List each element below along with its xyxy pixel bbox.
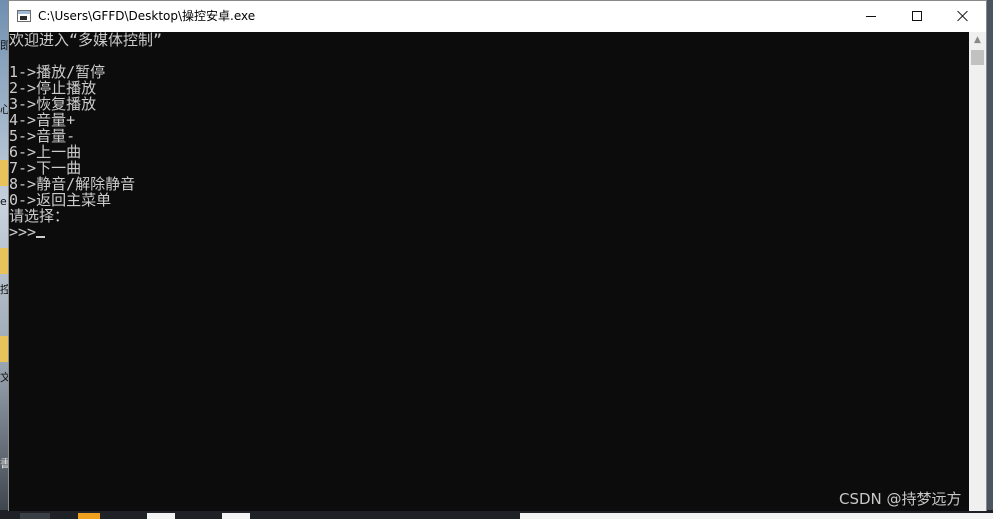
console-output[interactable]: 欢迎进入“多媒体控制” 1->播放/暂停 2->停止播放 3->恢复播放 4->… [9, 32, 969, 511]
desktop-fragment [520, 513, 993, 519]
desktop-fragment: 心 [0, 104, 8, 116]
vertical-scrollbar[interactable]: ▲ [969, 32, 986, 511]
minimize-icon [866, 16, 876, 17]
desktop-fragment [222, 513, 250, 519]
scroll-up-arrow-icon[interactable]: ▲ [969, 32, 986, 49]
close-icon [957, 10, 969, 22]
console-line-choose-prompt: 请选择： [9, 207, 70, 225]
desktop-background-bottom [0, 510, 993, 519]
desktop-fragment: 控 [0, 284, 8, 296]
desktop-folder-icon[interactable] [0, 160, 8, 186]
desktop-fragment: 即 [0, 40, 8, 52]
console-line-option-4: 4->音量+ [9, 111, 76, 129]
console-line-option-3: 3->恢复播放 [9, 95, 97, 113]
console-line-option-7: 7->下一曲 [9, 159, 82, 177]
desktop-fragment: 文 [0, 372, 8, 384]
console-line-option-5: 5->音量- [9, 127, 76, 145]
desktop-fragment [147, 513, 175, 519]
console-app-icon[interactable] [17, 10, 31, 22]
maximize-icon [912, 11, 922, 21]
desktop-fragment: e [0, 196, 7, 208]
console-line-option-1: 1->播放/暂停 [9, 63, 106, 81]
console-line-option-0: 0->返回主菜单 [9, 191, 112, 209]
console-window: C:\Users\GFFD\Desktop\操控安卓.exe 欢迎进入“多媒体控… [8, 0, 987, 511]
scrollbar-thumb[interactable] [971, 50, 984, 65]
desktop-folder-icon[interactable] [0, 248, 8, 274]
console-line-option-8: 8->静音/解除静音 [9, 175, 136, 193]
console-line-option-6: 6->上一曲 [9, 143, 82, 161]
desktop-folder-icon[interactable] [0, 336, 8, 362]
title-bar[interactable]: C:\Users\GFFD\Desktop\操控安卓.exe [9, 1, 986, 32]
maximize-button[interactable] [894, 1, 940, 32]
window-title: C:\Users\GFFD\Desktop\操控安卓.exe [38, 9, 256, 23]
console-line-option-2: 2->停止播放 [9, 79, 97, 97]
watermark: CSDN @持梦远方 [839, 490, 962, 508]
desktop-fragment: 書 [0, 458, 8, 470]
desktop-background-left: 即 心 e 控 文 書 [0, 0, 8, 519]
console-lines: 欢迎进入“多媒体控制” 1->播放/暂停 2->停止播放 3->恢复播放 4->… [9, 32, 162, 240]
console-line-blank [9, 48, 162, 64]
desktop-fragment [20, 513, 50, 519]
minimize-button[interactable] [848, 1, 894, 32]
console-prompt: >>> [9, 223, 37, 241]
console-line-welcome: 欢迎进入“多媒体控制” [9, 32, 163, 49]
console-input-line[interactable]: >>> [9, 224, 162, 240]
text-cursor [36, 236, 46, 238]
desktop-fragment [78, 513, 100, 519]
close-button[interactable] [940, 1, 986, 32]
